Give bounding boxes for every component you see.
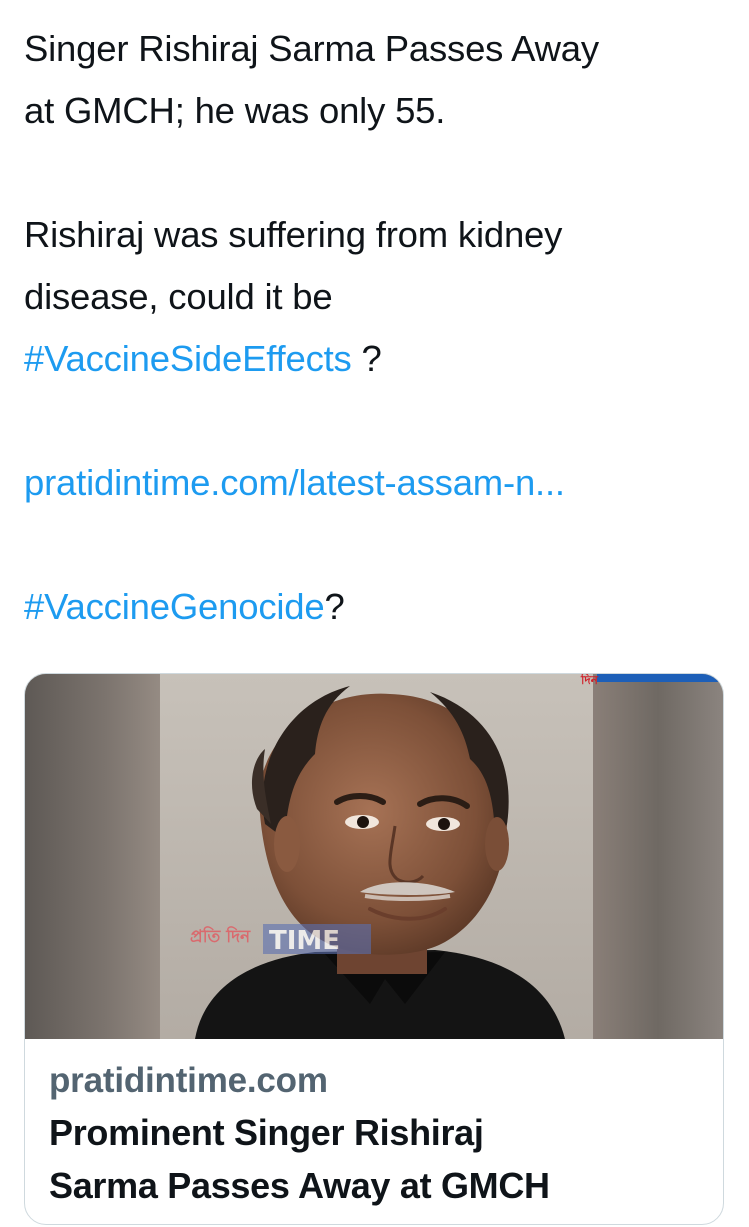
question-mark: ?: [324, 586, 345, 627]
tweet-line: disease, could it be: [24, 276, 333, 317]
tweet-text: Singer Rishiraj Sarma Passes Away at GMC…: [24, 18, 729, 638]
hashtag-vaccine-genocide[interactable]: #VaccineGenocide: [24, 586, 325, 627]
corner-logo: দিন: [580, 674, 599, 687]
tweet-line: Rishiraj was suffering from kidney: [24, 214, 563, 255]
portrait-image: দিন প্রতি দিন TIME: [25, 674, 723, 1039]
link-preview-card[interactable]: দিন প্রতি দিন TIME pratidintime.com Prom…: [24, 673, 724, 1225]
card-meta: pratidintime.com Prominent Singer Rishir…: [49, 1056, 703, 1212]
tweet-line: #VaccineGenocide?: [24, 576, 729, 638]
tweet-line: at GMCH; he was only 55.: [24, 90, 446, 131]
watermark-time: TIME: [269, 926, 340, 956]
tweet-line: #VaccineSideEffects ?: [24, 328, 729, 390]
article-link[interactable]: pratidintime.com/latest-assam-n...: [24, 462, 565, 503]
card-title-line: Prominent Singer Rishiraj: [49, 1112, 484, 1153]
tweet-line: Singer Rishiraj Sarma Passes Away: [24, 28, 599, 69]
hashtag-vaccine-side-effects[interactable]: #VaccineSideEffects: [24, 338, 352, 379]
card-title-line: Sarma Passes Away at GMCH: [49, 1165, 550, 1206]
card-domain: pratidintime.com: [49, 1061, 328, 1100]
watermark-bengali: প্রতি দিন: [190, 925, 251, 947]
tweet-line: pratidintime.com/latest-assam-n...: [24, 452, 729, 514]
card-image[interactable]: দিন প্রতি দিন TIME: [25, 674, 723, 1039]
question-mark: ?: [351, 338, 382, 379]
